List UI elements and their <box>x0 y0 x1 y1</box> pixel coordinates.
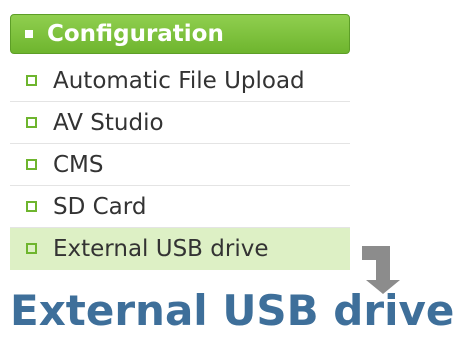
square-bullet-icon <box>26 201 37 212</box>
menu-item-sd-card[interactable]: SD Card <box>10 186 350 228</box>
menu-item-label: SD Card <box>53 193 147 220</box>
menu-item-av-studio[interactable]: AV Studio <box>10 102 350 144</box>
configuration-menu: Configuration Automatic File Upload AV S… <box>10 14 350 270</box>
menu-list: Automatic File Upload AV Studio CMS SD C… <box>10 60 350 270</box>
menu-header-label: Configuration <box>47 21 224 47</box>
menu-item-cms[interactable]: CMS <box>10 144 350 186</box>
square-bullet-icon <box>25 30 33 38</box>
square-bullet-icon <box>26 243 37 254</box>
menu-item-external-usb-drive[interactable]: External USB drive <box>10 228 350 270</box>
square-bullet-icon <box>26 159 37 170</box>
menu-item-label: AV Studio <box>53 109 164 136</box>
page: Configuration Automatic File Upload AV S… <box>0 0 455 342</box>
square-bullet-icon <box>26 75 37 86</box>
menu-header: Configuration <box>10 14 350 54</box>
square-bullet-icon <box>26 117 37 128</box>
menu-item-label: CMS <box>53 151 104 178</box>
menu-item-label: Automatic File Upload <box>53 67 305 94</box>
menu-item-label: External USB drive <box>53 235 269 262</box>
menu-item-automatic-file-upload[interactable]: Automatic File Upload <box>10 60 350 102</box>
page-title: External USB drive <box>10 286 455 335</box>
